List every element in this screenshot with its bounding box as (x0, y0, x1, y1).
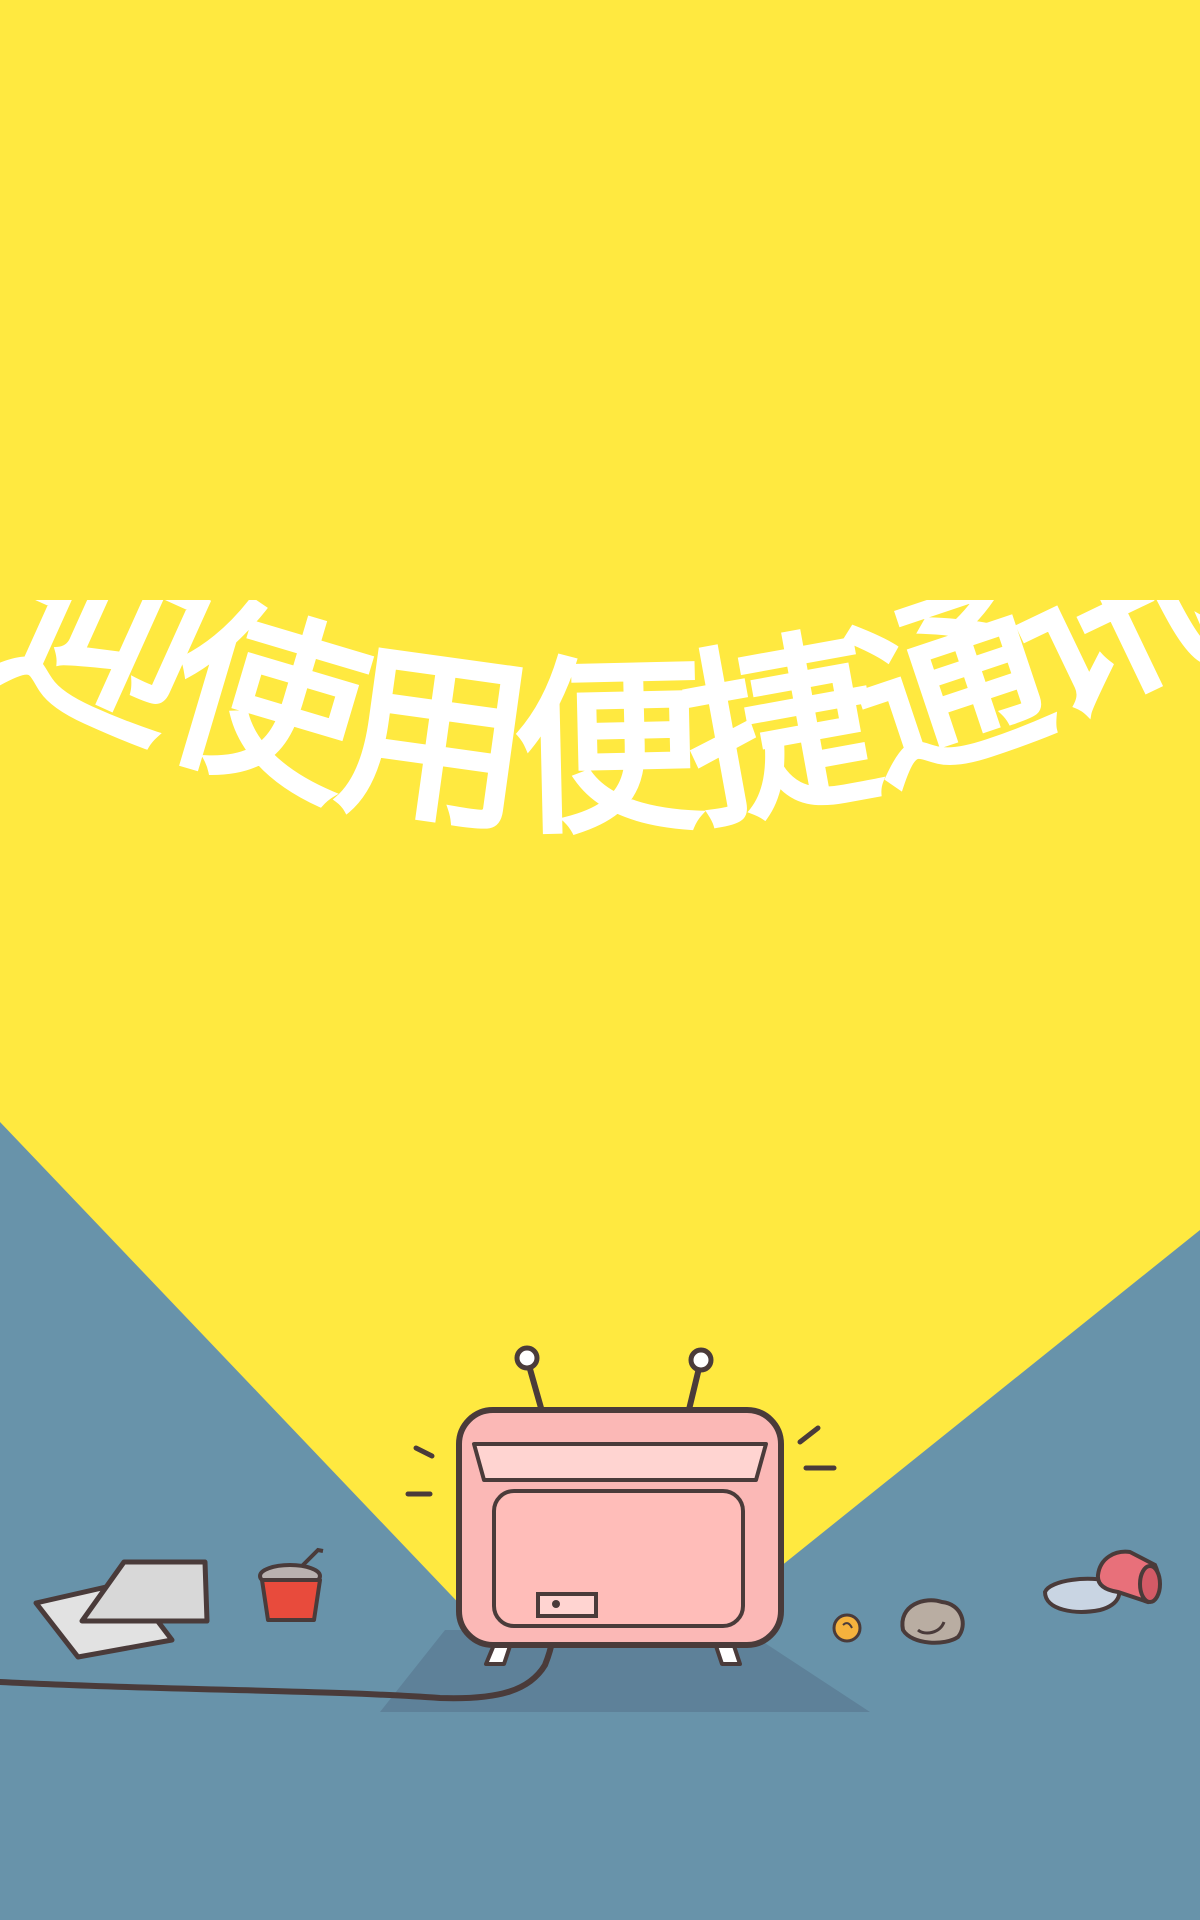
svg-text:欢迎使用便捷通讯录: 欢迎使用便捷通讯录 (0, 600, 1200, 862)
welcome-title: 欢迎使用便捷通讯录 (0, 600, 1200, 862)
splash-illustration (0, 0, 1200, 1920)
coin-icon (832, 1613, 862, 1643)
welcome-text: 欢迎使用便捷通讯录 (0, 600, 1200, 862)
rock-icon (900, 1598, 965, 1645)
splash-screen: 欢迎使用便捷通讯录 (0, 0, 1200, 1920)
